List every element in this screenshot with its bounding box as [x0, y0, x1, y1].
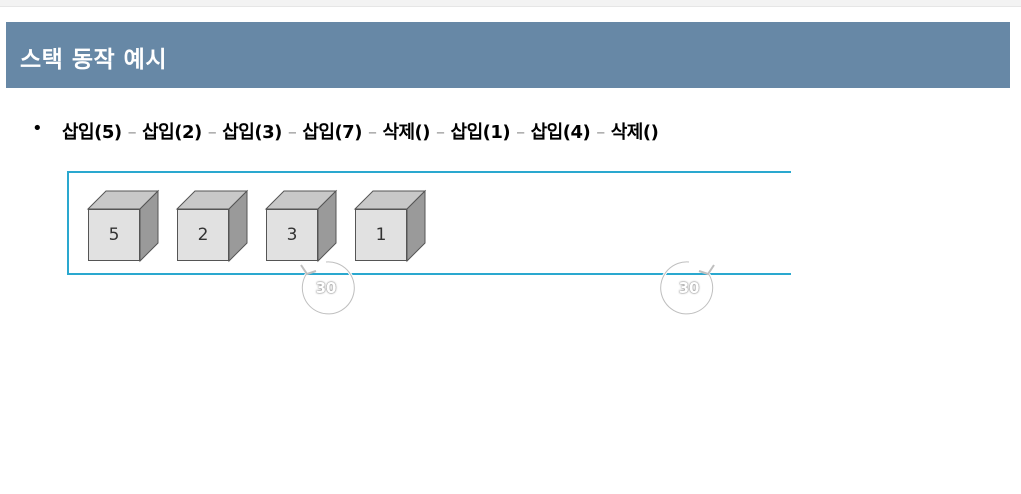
separator: –	[516, 122, 525, 143]
separator: –	[207, 122, 217, 143]
stack-item-value: 5	[108, 225, 120, 245]
stack-item-value: 1	[375, 225, 387, 245]
operation-item: 삽입(4)	[530, 122, 591, 143]
rewind-30-button[interactable]: 30	[297, 259, 356, 317]
rewind-label: 30	[315, 279, 337, 297]
top-strip	[0, 0, 1021, 7]
bullet-marker: •	[32, 118, 43, 139]
operation-sequence: 삽입(5) – 삽입(2) – 삽입(3) – 삽입(7) – 삭제() – 삽입(1) – 삽입(4)…	[62, 118, 659, 144]
operation-item: 삭제()	[382, 122, 431, 143]
operation-item: 삽입(3)	[222, 122, 282, 143]
separator: –	[596, 122, 605, 143]
title-bar: 스택 동작 예시	[6, 22, 1010, 88]
operation-item: 삽입(2)	[142, 122, 202, 143]
separator: –	[287, 122, 297, 143]
forward-label: 30	[678, 279, 700, 297]
separator: –	[127, 122, 137, 143]
separator: –	[367, 122, 377, 143]
stack-item-value: 3	[286, 225, 298, 245]
operation-item: 삽입(7)	[302, 122, 362, 143]
operation-item: 삽입(5)	[62, 122, 122, 143]
separator: –	[436, 122, 445, 143]
page-title: 스택 동작 예시	[20, 47, 167, 73]
forward-30-button[interactable]: 30	[659, 259, 718, 317]
stack-item-value: 2	[197, 225, 209, 245]
operation-item: 삭제()	[610, 122, 659, 143]
operation-item: 삽입(1)	[450, 122, 511, 143]
